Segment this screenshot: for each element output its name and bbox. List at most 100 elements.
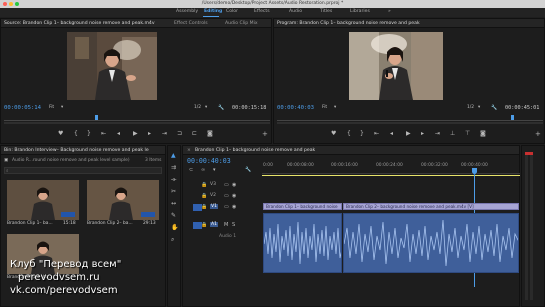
solo-icon[interactable]: S <box>232 222 235 228</box>
source-timecode-current[interactable]: 00:00:05:14 <box>4 105 41 111</box>
program-time-ruler[interactable] <box>277 116 543 121</box>
work-area-bar[interactable] <box>262 175 520 176</box>
timeline-header: × Brandon Clip 1– background noise remov… <box>183 146 519 155</box>
lock-icon[interactable]: 🔒 <box>201 182 207 188</box>
effect-controls-tab[interactable]: Effect Controls <box>174 21 208 26</box>
mark-out-icon[interactable]: { <box>74 130 78 137</box>
source-playhead[interactable] <box>95 115 98 120</box>
sequence-tab[interactable]: Brandon Clip 1– background noise remove … <box>195 148 315 153</box>
bin-item[interactable]: Brandon Clip 2– ba... 29:13 <box>87 180 159 228</box>
video-clip[interactable]: Brandon Clip 2– background noise remove … <box>343 203 519 210</box>
mark-in-icon[interactable]: ♥ <box>58 130 63 137</box>
export-frame-icon[interactable]: ◙ <box>207 130 213 137</box>
program-go-to-out-icon[interactable]: ⇥ <box>435 130 440 137</box>
source-fit-chevron-icon[interactable]: ▾ <box>61 105 63 110</box>
track-select-tool-icon[interactable]: ⇉ <box>171 164 176 171</box>
program-step-forward-icon[interactable]: ▸ <box>421 130 424 137</box>
eye-icon[interactable]: ◉ <box>232 193 236 199</box>
linked-selection-icon[interactable]: ∞ <box>201 167 205 173</box>
sync-lock-icon[interactable]: ▭ <box>224 204 229 210</box>
source-tab[interactable]: Source: Brandon Clip 1– background noise… <box>4 21 155 26</box>
video-clip[interactable]: Brandon Clip 1– background noise <box>263 203 342 210</box>
ripple-edit-tool-icon[interactable]: ⟛ <box>171 176 176 184</box>
sync-lock-icon[interactable]: ▭ <box>224 182 229 188</box>
track-name-a1[interactable]: A1 <box>210 222 218 227</box>
program-go-to-in-icon[interactable]: ⇤ <box>374 130 379 137</box>
source-monitor: Source: Brandon Clip 1– background noise… <box>0 18 272 144</box>
step-forward-icon[interactable]: ▸ <box>148 130 151 137</box>
sync-lock-icon[interactable]: ▭ <box>224 193 229 199</box>
source-resolution-chevron-icon[interactable]: ▾ <box>205 105 207 110</box>
timeline-close-icon[interactable]: × <box>187 148 191 153</box>
program-zoom-scroll-bar[interactable] <box>277 122 543 124</box>
source-time-ruler[interactable] <box>4 116 270 121</box>
overwrite-icon[interactable]: ⊏ <box>192 130 197 137</box>
audio-clip-mix-tab[interactable]: Audio Clip Mix <box>225 21 258 26</box>
workspace-overflow-icon[interactable]: » <box>388 9 391 14</box>
lock-icon[interactable]: 🔒 <box>201 204 207 210</box>
track-name-v1[interactable]: V1 <box>210 204 218 209</box>
eye-icon[interactable]: ◉ <box>232 204 236 210</box>
program-resolution-chevron-icon[interactable]: ▾ <box>478 105 480 110</box>
zoom-tool-icon[interactable]: ⌕ <box>171 236 174 244</box>
bin-tab[interactable]: Bin: Brandon Interview– Background noise… <box>4 148 149 153</box>
mute-icon[interactable]: M <box>224 222 228 228</box>
hand-tool-icon[interactable]: ✋ <box>171 224 178 231</box>
workspace-tab-assembly[interactable]: Assembly <box>176 9 198 14</box>
eye-icon[interactable]: ◉ <box>232 182 236 188</box>
mark-clip-icon[interactable]: } <box>87 130 91 137</box>
workspace-tab-color[interactable]: Color <box>226 9 238 14</box>
program-play-icon[interactable]: ▶ <box>406 130 411 137</box>
bin-search-input[interactable] <box>4 167 162 174</box>
insert-icon[interactable]: ⊐ <box>177 130 182 137</box>
timeline-ruler[interactable]: 0:00 00:00:08:00 00:00:16:00 00:00:24:00… <box>262 160 520 174</box>
workspace-tab-libraries[interactable]: Libraries <box>350 9 370 14</box>
program-video-frame[interactable] <box>349 32 443 100</box>
timeline-panel: × Brandon Clip 1– background noise remov… <box>182 145 520 307</box>
add-button-icon[interactable]: + <box>262 130 268 138</box>
audio-clip[interactable] <box>263 213 342 273</box>
source-fit-dropdown[interactable]: Fit <box>49 105 54 110</box>
go-to-in-icon[interactable]: ⇤ <box>101 130 106 137</box>
program-tab[interactable]: Program: Brandon Clip 1– background nois… <box>277 21 420 26</box>
timeline-wrench-icon[interactable]: 🔧 <box>245 167 251 173</box>
workspace-tab-effects[interactable]: Effects <box>254 9 270 14</box>
source-video-frame[interactable] <box>67 32 157 100</box>
program-step-back-icon[interactable]: ◂ <box>390 130 393 137</box>
lift-icon[interactable]: ⊥ <box>450 130 455 137</box>
snap-icon[interactable]: ⊂ <box>189 167 193 173</box>
workspace-tab-audio[interactable]: Audio <box>289 9 302 14</box>
workspace-tab-titles[interactable]: Titles <box>320 9 332 14</box>
pen-tool-icon[interactable]: ✎ <box>171 212 176 219</box>
audio-clip[interactable] <box>343 213 519 273</box>
go-to-out-icon[interactable]: ⇥ <box>162 130 167 137</box>
timeline-timecode[interactable]: 00:00:40:03 <box>187 157 231 165</box>
selection-tool-icon[interactable]: ▲ <box>171 152 176 159</box>
program-add-button-icon[interactable]: + <box>535 130 541 138</box>
lock-icon[interactable]: 🔒 <box>201 193 207 199</box>
program-fit-chevron-icon[interactable]: ▾ <box>334 105 336 110</box>
razor-tool-icon[interactable]: ✂ <box>171 188 176 195</box>
step-back-icon[interactable]: ◂ <box>117 130 120 137</box>
program-resolution-dropdown[interactable]: 1/2 <box>467 105 474 110</box>
workspace-tab-editing[interactable]: Editing <box>204 9 222 14</box>
program-export-frame-icon[interactable]: ◙ <box>480 130 486 137</box>
program-playhead[interactable] <box>511 115 514 120</box>
program-timecode-current[interactable]: 00:00:40:03 <box>277 105 314 111</box>
program-fit-dropdown[interactable]: Fit <box>322 105 327 110</box>
extract-icon[interactable]: ⊤ <box>465 130 470 137</box>
program-mark-in-icon[interactable]: { <box>347 130 351 137</box>
lock-icon[interactable]: 🔒 <box>201 222 207 228</box>
source-settings-wrench-icon[interactable]: 🔧 <box>218 105 224 111</box>
clip-indicator[interactable] <box>525 152 533 155</box>
program-marker-icon[interactable]: ♥ <box>331 130 336 137</box>
play-icon[interactable]: ▶ <box>133 130 138 137</box>
slip-tool-icon[interactable]: ↔ <box>171 200 176 207</box>
add-marker-icon[interactable]: ▾ <box>213 167 216 173</box>
source-resolution-dropdown[interactable]: 1/2 <box>194 105 201 110</box>
bin-item[interactable]: Brandon Clip 1– ba... 15:18 <box>7 180 79 228</box>
program-settings-wrench-icon[interactable]: 🔧 <box>491 105 497 111</box>
source-zoom-scroll-bar[interactable] <box>4 122 270 124</box>
program-mark-out-icon[interactable]: } <box>360 130 364 137</box>
source-duration: 00:00:15:18 <box>232 105 267 111</box>
